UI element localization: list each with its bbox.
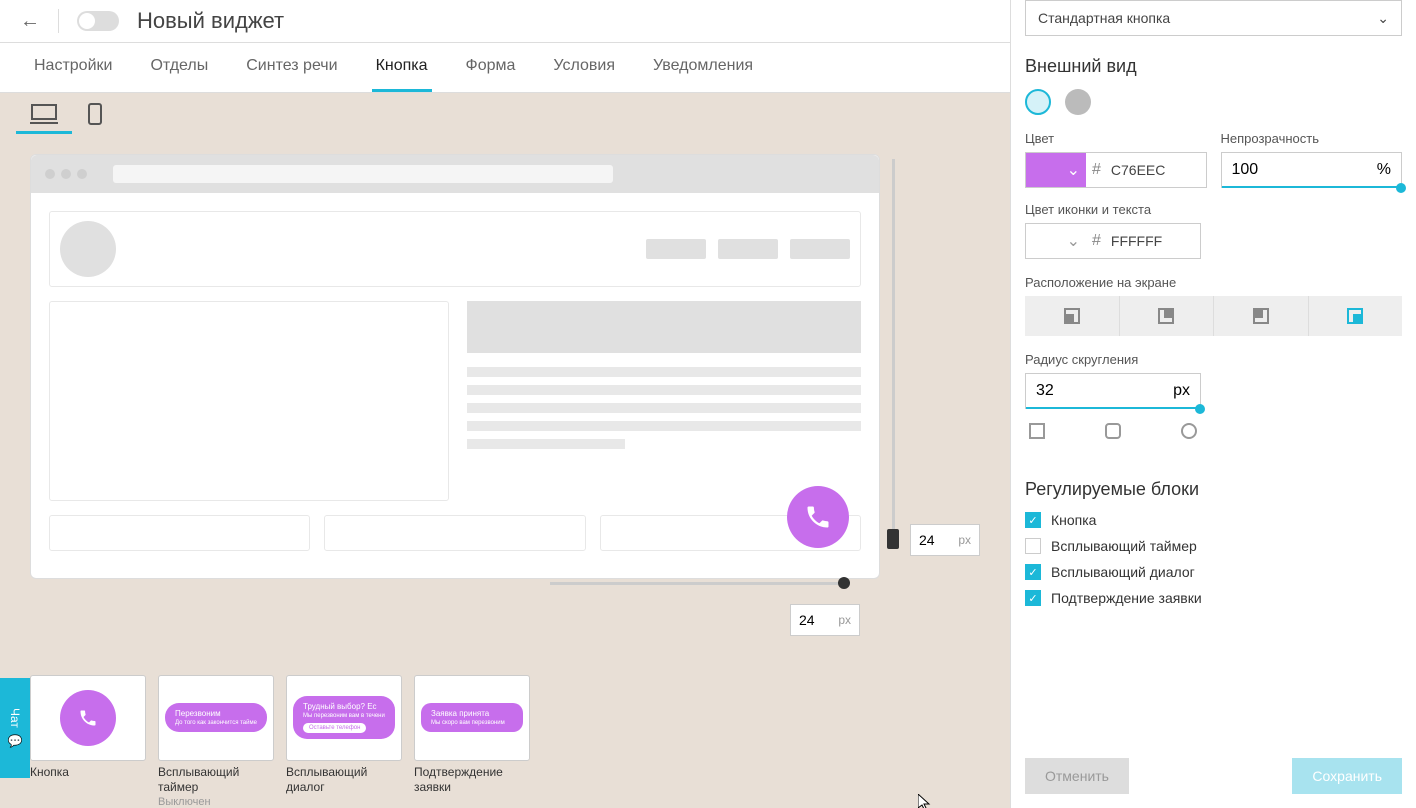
widget-toggle[interactable] <box>77 11 119 31</box>
icon-color-picker[interactable]: ⌄ # FFFFFF <box>1025 223 1201 259</box>
shape-square[interactable] <box>1029 423 1045 439</box>
cancel-button[interactable]: Отменить <box>1025 758 1129 794</box>
appearance-section: Внешний вид <box>1025 56 1402 77</box>
slider-thumb[interactable] <box>1396 183 1406 193</box>
tab-button[interactable]: Кнопка <box>372 43 432 92</box>
block-confirmation-toggle[interactable]: ✓ Подтверждение заявки <box>1025 590 1402 606</box>
back-button[interactable]: ← <box>20 10 40 33</box>
settings-sidebar: Стандартная кнопка ⌄ Внешний вид Цвет ⌄ … <box>1010 0 1416 808</box>
tab-conditions[interactable]: Условия <box>549 43 619 92</box>
chat-icon: 💬 <box>8 734 22 749</box>
browser-mockup <box>30 154 880 579</box>
checkbox-icon[interactable]: ✓ <box>1025 590 1041 606</box>
shape-rounded[interactable] <box>1105 423 1121 439</box>
blocks-section: Регулируемые блоки <box>1025 479 1402 500</box>
tab-tts[interactable]: Синтез речи <box>242 43 341 92</box>
tab-settings[interactable]: Настройки <box>30 43 116 92</box>
save-button[interactable]: Сохранить <box>1292 758 1402 794</box>
theme-light-option[interactable] <box>1025 89 1051 115</box>
horizontal-margin-slider[interactable] <box>550 582 850 585</box>
position-tl[interactable] <box>1214 296 1309 336</box>
thumb-popup-dialog[interactable]: Трудный выбор? ЕсМы перезвоним вам в теч… <box>286 675 402 808</box>
checkbox-icon[interactable]: ✓ <box>1025 564 1041 580</box>
mobile-tab[interactable] <box>88 103 102 125</box>
block-timer-toggle[interactable]: Всплывающий таймер <box>1025 538 1402 554</box>
tab-notifications[interactable]: Уведомления <box>649 43 757 92</box>
device-tabs <box>0 93 1010 125</box>
position-br[interactable] <box>1309 296 1403 336</box>
color-picker[interactable]: ⌄ # C76EEC <box>1025 152 1207 188</box>
widget-thumbnails: Кнопка ПерезвонимДо того как закончится … <box>0 675 1010 808</box>
chevron-down-icon: ⌄ <box>1067 231 1080 251</box>
vertical-margin-input[interactable]: px <box>910 524 980 556</box>
theme-dark-option[interactable] <box>1065 89 1091 115</box>
preview-area: px px <box>0 134 1010 669</box>
horizontal-margin-input[interactable]: px <box>790 604 860 636</box>
vertical-margin-slider[interactable] <box>892 159 895 549</box>
radius-input[interactable]: 32 px <box>1025 373 1201 409</box>
position-tr[interactable] <box>1120 296 1215 336</box>
tab-form[interactable]: Форма <box>462 43 520 92</box>
phone-icon <box>78 708 98 728</box>
block-dialog-toggle[interactable]: ✓ Всплывающий диалог <box>1025 564 1402 580</box>
page-title: Новый виджет <box>137 8 284 34</box>
chevron-down-icon: ⌄ <box>1377 10 1389 27</box>
slider-thumb[interactable] <box>838 577 850 589</box>
tab-departments[interactable]: Отделы <box>146 43 212 92</box>
thumb-popup-timer[interactable]: ПерезвонимДо того как закончится тайме В… <box>158 675 274 808</box>
color-swatch[interactable]: ⌄ <box>1026 153 1086 187</box>
position-bl[interactable] <box>1025 296 1120 336</box>
checkbox-icon[interactable] <box>1025 538 1041 554</box>
widget-call-button[interactable] <box>787 486 849 548</box>
slider-thumb[interactable] <box>887 529 899 549</box>
position-selector <box>1025 296 1402 336</box>
phone-icon <box>804 503 832 531</box>
color-swatch[interactable]: ⌄ <box>1026 224 1086 258</box>
thumb-confirmation[interactable]: Заявка принятаМы скоро вам перезвоним По… <box>414 675 530 808</box>
shape-circle[interactable] <box>1181 423 1197 439</box>
block-button-toggle[interactable]: ✓ Кнопка <box>1025 512 1402 528</box>
desktop-tab[interactable] <box>30 103 58 125</box>
main-tabs: Настройки Отделы Синтез речи Кнопка Форм… <box>0 43 1010 93</box>
thumb-button[interactable]: Кнопка <box>30 675 146 808</box>
button-type-select[interactable]: Стандартная кнопка ⌄ <box>1025 0 1402 36</box>
chevron-down-icon: ⌄ <box>1067 160 1080 180</box>
chat-side-tab[interactable]: Чат 💬 <box>0 678 30 778</box>
slider-thumb[interactable] <box>1195 404 1205 414</box>
header: ← Новый виджет <box>0 0 1010 43</box>
checkbox-icon[interactable]: ✓ <box>1025 512 1041 528</box>
opacity-input[interactable]: 100 % <box>1221 152 1403 188</box>
